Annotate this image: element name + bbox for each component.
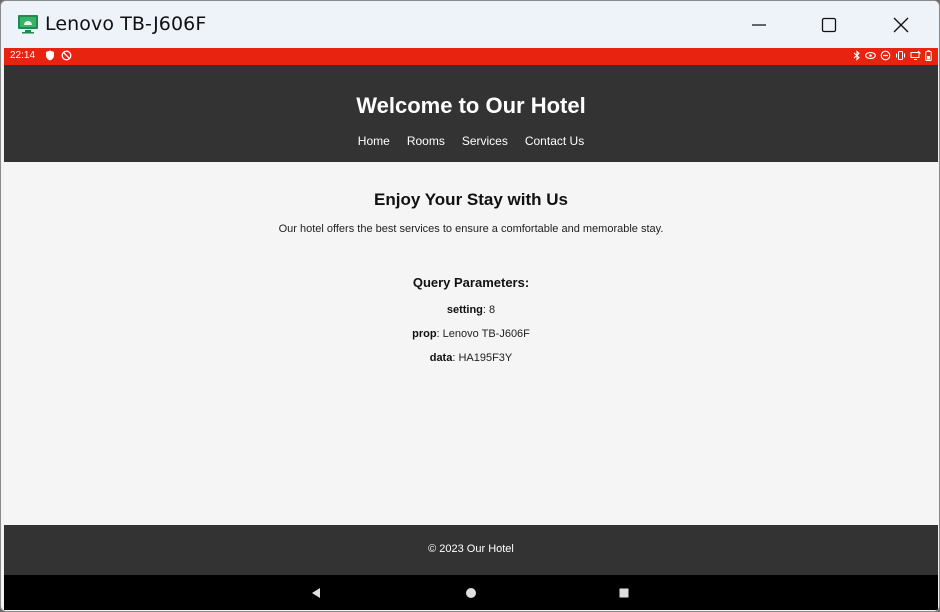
- maximize-button[interactable]: [793, 1, 865, 48]
- nav-link-rooms[interactable]: Rooms: [407, 134, 445, 148]
- param-key: setting: [446, 304, 483, 316]
- maximize-icon: [821, 17, 837, 33]
- wifi-off-icon: [910, 50, 921, 61]
- main-content: Enjoy Your Stay with Us Our hotel offers…: [4, 162, 938, 525]
- param-prop: prop: Lenovo TB-J606F: [4, 328, 938, 340]
- android-monitor-icon: [17, 14, 39, 34]
- param-setting: setting: 8: [4, 304, 938, 316]
- recents-icon[interactable]: [616, 585, 632, 601]
- window-title: Lenovo TB-J606F: [45, 13, 207, 35]
- param-data: data: HA195F3Y: [4, 352, 938, 364]
- query-parameters-heading: Query Parameters:: [412, 275, 530, 290]
- close-icon: [893, 17, 909, 33]
- blocked-notification-icon: [61, 50, 72, 61]
- minimize-button[interactable]: [723, 1, 795, 48]
- minimize-icon: [751, 17, 767, 33]
- back-icon[interactable]: [308, 585, 324, 601]
- main-description: Our hotel offers the best services to en…: [278, 223, 664, 235]
- param-key: prop: [412, 328, 437, 340]
- status-time: 22:14: [10, 50, 36, 61]
- battery-icon: [925, 50, 932, 61]
- android-nav-bar: [4, 575, 938, 610]
- main-heading: Enjoy Your Stay with Us: [374, 190, 568, 209]
- nav-link-contact-us[interactable]: Contact Us: [525, 134, 584, 148]
- shield-icon: [45, 50, 55, 61]
- home-icon[interactable]: [463, 585, 479, 601]
- status-system-icons: [853, 50, 932, 61]
- vibrate-icon: [895, 50, 906, 61]
- eye-icon: [865, 50, 876, 61]
- site-nav: Home Rooms Services Contact Us: [4, 134, 938, 148]
- close-button[interactable]: [865, 1, 937, 48]
- title-bar[interactable]: Lenovo TB-J606F: [1, 1, 939, 48]
- param-value: : Lenovo TB-J606F: [436, 328, 530, 340]
- device-screen: 22:14 Welcome to Our Hotel Home Rooms Se…: [4, 48, 938, 610]
- emulator-window: Lenovo TB-J606F 22:14 Welcome to Our Hot…: [0, 0, 940, 612]
- do-not-disturb-icon: [880, 50, 891, 61]
- status-bar: 22:14: [4, 48, 938, 65]
- nav-link-home[interactable]: Home: [358, 134, 390, 148]
- param-key: data: [429, 352, 453, 364]
- site-footer: © 2023 Our Hotel: [4, 525, 938, 575]
- site-title: Welcome to Our Hotel: [356, 93, 586, 118]
- site-header: Welcome to Our Hotel Home Rooms Services…: [4, 65, 938, 162]
- status-notification-icons: [45, 50, 72, 61]
- param-value: : HA195F3Y: [452, 352, 513, 364]
- param-value: : 8: [482, 304, 496, 316]
- bluetooth-icon: [853, 50, 861, 61]
- footer-copyright: © 2023 Our Hotel: [428, 543, 514, 555]
- nav-link-services[interactable]: Services: [462, 134, 508, 148]
